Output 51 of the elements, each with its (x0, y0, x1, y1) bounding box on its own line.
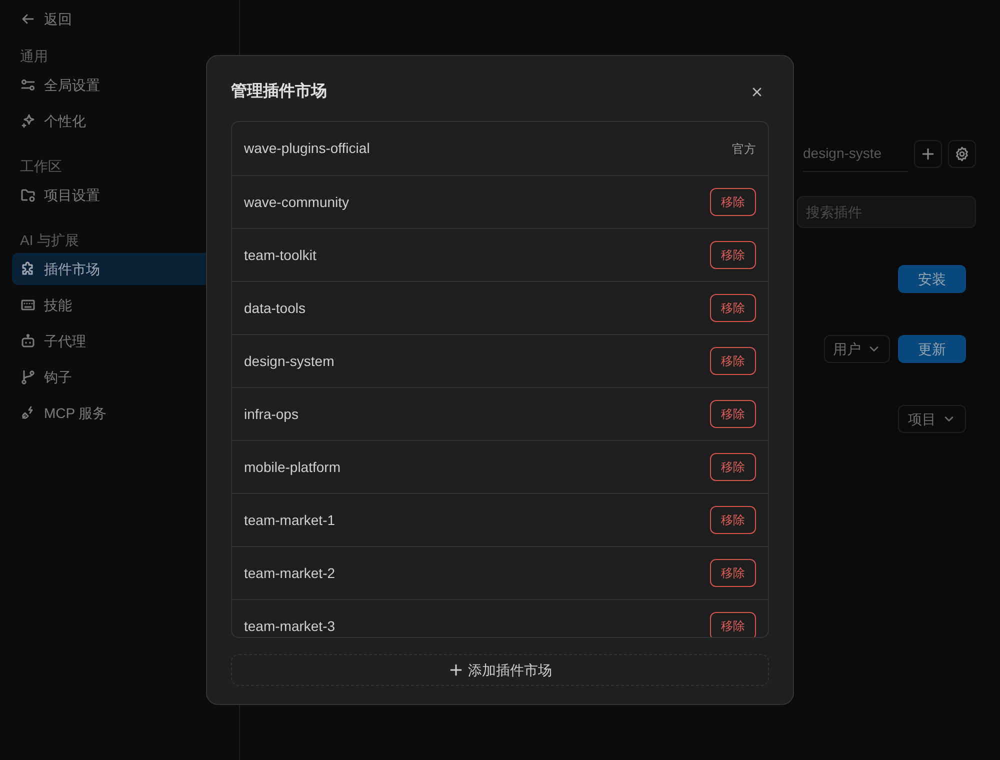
remove-button[interactable]: 移除 (710, 400, 756, 428)
market-name: team-market-3 (244, 616, 336, 636)
remove-button[interactable]: 移除 (710, 559, 756, 587)
folder-icon (20, 187, 36, 203)
remove-button[interactable]: 移除 (710, 188, 756, 216)
section-heading: 工作区 (19, 157, 63, 175)
scope-dropdown[interactable]: 用户 (824, 335, 890, 363)
robot-icon (20, 333, 36, 349)
market-name: team-toolkit (244, 246, 316, 264)
sidebar-item[interactable]: 全局设置 (12, 69, 227, 101)
remove-button[interactable]: 移除 (710, 294, 756, 322)
settings-button[interactable] (948, 140, 976, 168)
puzzle-icon (20, 261, 36, 277)
install-button[interactable]: 安装 (898, 265, 966, 293)
market-name: design-system (244, 352, 334, 371)
dialog-title: 管理插件市场 (231, 81, 327, 102)
market-name: wave-plugins-official (244, 139, 370, 158)
market-name: data-tools (244, 298, 306, 318)
sliders-icon (20, 77, 36, 93)
market-name: team-market-1 (244, 510, 336, 530)
market-name: wave-community (244, 192, 350, 212)
market-name: team-market-2 (244, 564, 336, 582)
add-button[interactable] (914, 140, 942, 168)
official-label: 官方 (732, 140, 756, 158)
plus-icon (920, 146, 936, 162)
keyboard-icon (20, 297, 36, 313)
scope-dropdown[interactable]: 项目 (898, 405, 966, 433)
add-market-button[interactable]: 添加插件市场 (231, 654, 769, 686)
market-name: infra-ops (244, 404, 298, 424)
sparkle-icon (20, 113, 36, 129)
sidebar-item[interactable]: MCP 服务 (12, 397, 227, 429)
remove-button[interactable]: 移除 (710, 612, 756, 637)
remove-button[interactable]: 移除 (710, 506, 756, 534)
sidebar-item[interactable]: 个性化 (12, 105, 227, 137)
sidebar-item[interactable]: 项目设置 (12, 179, 227, 211)
remove-button[interactable]: 移除 (710, 453, 756, 481)
sidebar-item[interactable]: 子代理 (12, 325, 227, 357)
market-name: mobile-platform (244, 458, 340, 477)
remove-button[interactable]: 移除 (710, 241, 756, 269)
close-icon (750, 85, 764, 99)
sidebar-item[interactable]: 钩子 (12, 361, 227, 393)
back-link[interactable]: 返回 (12, 7, 227, 31)
section-heading: AI 与扩展 (19, 231, 80, 249)
section-heading: 通用 (19, 47, 49, 65)
plus-icon (448, 662, 464, 678)
branch-icon (20, 369, 36, 385)
sidebar-item[interactable]: 技能 (12, 289, 227, 321)
settings-icon (954, 146, 970, 162)
tab[interactable]: design-syste (803, 145, 882, 161)
remove-button[interactable]: 移除 (710, 347, 756, 375)
update-button[interactable]: 更新 (898, 335, 966, 363)
